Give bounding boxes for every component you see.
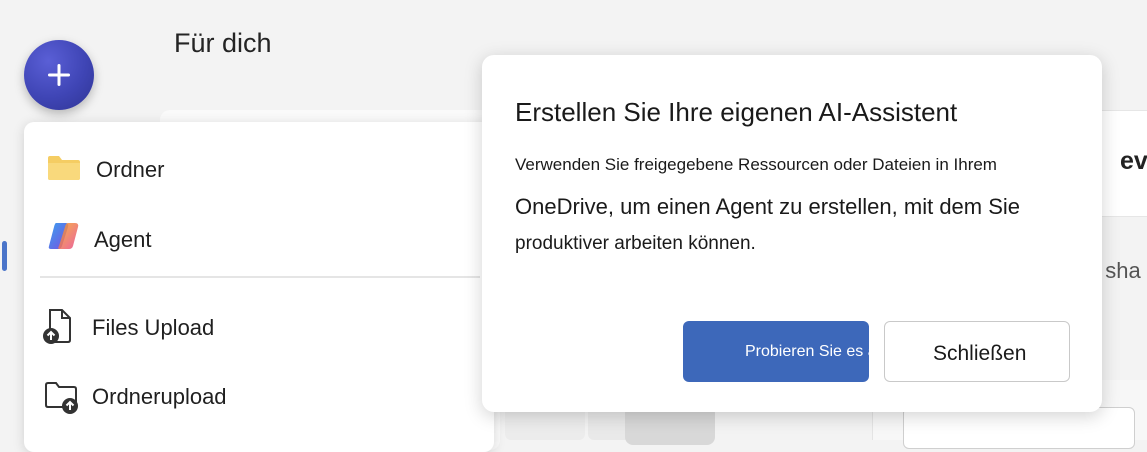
menu-item-label: Agent — [94, 227, 152, 252]
page-title: Für dich — [174, 28, 272, 58]
menu-item-agent[interactable]: Agent — [24, 208, 494, 268]
close-button-label: Schließen — [933, 342, 1027, 365]
create-menu: Ordner Agent Files Upload Ordnerupload — [24, 122, 494, 452]
menu-item-label: Files Upload — [92, 315, 215, 340]
close-button[interactable]: Schließen — [884, 321, 1070, 382]
create-new-button[interactable] — [24, 40, 94, 110]
popover-title: Erstellen Sie Ihre eigenen AI-Assistent — [515, 97, 958, 127]
nav-selection-indicator — [2, 241, 7, 271]
menu-item-folder[interactable]: Ordner — [24, 138, 494, 198]
popover-body-line: OneDrive, um einen Agent zu erstellen, m… — [515, 194, 1021, 219]
menu-item-files-upload[interactable]: Files Upload — [24, 296, 494, 356]
folder-upload-icon — [45, 382, 78, 414]
menu-divider — [40, 276, 480, 278]
try-it-button-label: Probieren Sie es aus — [745, 343, 869, 360]
menu-item-folder-upload[interactable]: Ordnerupload — [24, 365, 494, 425]
popover-body-line: Verwenden Sie freigegebene Ressourcen od… — [515, 155, 997, 174]
folder-icon — [48, 156, 80, 180]
menu-item-label: Ordnerupload — [92, 384, 227, 409]
copilot-icon — [48, 223, 79, 249]
file-upload-icon — [43, 309, 71, 344]
menu-item-label: Ordner — [96, 157, 165, 182]
background-card-title: eval — [1120, 147, 1147, 175]
popover-body-line: produktiver arbeiten können. — [515, 233, 756, 254]
try-it-button[interactable]: Probieren Sie es aus — [683, 321, 869, 382]
agent-teaching-popover: Erstellen Sie Ihre eigenen AI-Assistent … — [482, 55, 1102, 412]
plus-icon — [48, 64, 70, 86]
background-button[interactable] — [903, 407, 1135, 449]
